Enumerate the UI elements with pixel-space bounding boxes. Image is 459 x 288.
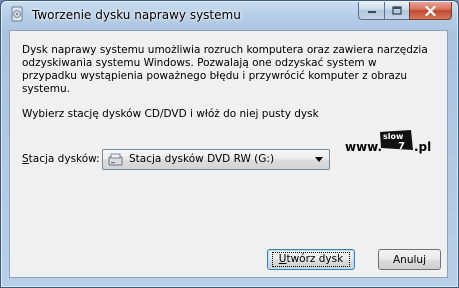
maximize-icon <box>392 6 402 15</box>
drive-select-value: Stacja dysków DVD RW (G:) <box>129 153 275 165</box>
dialog-content: Dysk naprawy systemu umożliwia rozruch k… <box>9 30 448 278</box>
drive-select[interactable]: Stacja dysków DVD RW (G:) <box>102 149 330 170</box>
watermark-prefix: www. <box>345 140 382 154</box>
watermark-badge-text: slow <box>383 132 404 141</box>
close-button[interactable] <box>409 2 452 20</box>
cancel-button[interactable]: Anuluj <box>378 249 441 270</box>
close-icon <box>425 5 436 16</box>
maximize-button[interactable] <box>384 2 409 20</box>
drive-label-access-key: S <box>22 153 29 165</box>
description-text: Dysk naprawy systemu umożliwia rozruch k… <box>22 44 428 95</box>
minimize-button[interactable] <box>358 2 384 20</box>
dialog-window: Tworzenie dysku naprawy systemu Dysk nap… <box>0 0 459 288</box>
watermark-badge-number: 7 <box>398 141 405 152</box>
instruction-text: Wybierz stację dysków CD/DVD i włóż do n… <box>22 108 319 120</box>
chevron-down-icon[interactable] <box>315 157 323 162</box>
drive-label-text: tacja dysków: <box>28 153 100 165</box>
watermark-logo: www. slow 7 .pl <box>343 124 443 158</box>
caption-buttons <box>358 2 452 21</box>
create-disc-button[interactable]: Utwórz dysk <box>267 249 355 270</box>
title-bar[interactable]: Tworzenie dysku naprawy systemu <box>1 1 458 29</box>
disc-icon <box>9 6 25 22</box>
drive-label: Stacja dysków: <box>22 153 100 165</box>
optical-drive-icon <box>108 152 123 167</box>
create-disc-label: Utwórz dysk <box>271 252 351 267</box>
minimize-icon <box>367 10 376 13</box>
watermark-suffix: .pl <box>414 140 431 154</box>
window-title: Tworzenie dysku naprawy systemu <box>32 8 241 22</box>
create-label-rest: twórz dysk <box>286 253 344 265</box>
